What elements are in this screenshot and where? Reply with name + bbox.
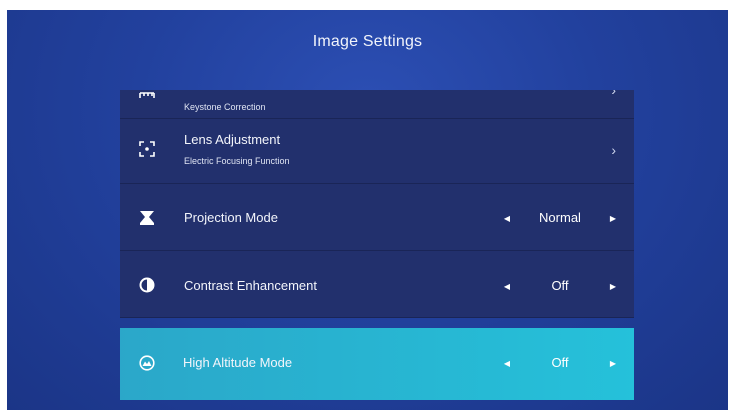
- menu-item-label: High Altitude Mode: [183, 355, 293, 370]
- option-value: Off: [551, 278, 569, 293]
- arrow-left-icon[interactable]: ◀: [502, 282, 512, 291]
- projection-mode-icon: [139, 210, 155, 226]
- arrow-right-icon[interactable]: ▶: [608, 214, 618, 223]
- menu-item-keystone[interactable]: Keystone Correction ›: [120, 90, 634, 119]
- menu-item-label: Projection Mode: [184, 210, 278, 225]
- menu-item-sublabel: Electric Focusing Function: [184, 156, 290, 166]
- contrast-icon: [139, 277, 155, 293]
- menu-item-high-altitude-mode[interactable]: High Altitude Mode ◀ Off ▶: [120, 328, 634, 400]
- menu-item-contrast-enhancement[interactable]: Contrast Enhancement ◀ Off ▶: [120, 251, 634, 318]
- chevron-right-icon: ›: [611, 90, 616, 98]
- altitude-icon: [139, 355, 155, 371]
- chevron-right-icon: ›: [611, 142, 616, 158]
- focus-frame-icon: [139, 141, 155, 157]
- arrow-right-icon[interactable]: ▶: [608, 359, 618, 368]
- projector-screen: Image Settings Keystone Correction › Len…: [7, 10, 728, 410]
- arrow-left-icon[interactable]: ◀: [502, 359, 512, 368]
- menu-item-label: Lens Adjustment: [184, 132, 281, 147]
- keystone-icon: [139, 90, 155, 103]
- option-value: Off: [551, 355, 569, 370]
- menu-item-projection-mode[interactable]: Projection Mode ◀ Normal ▶: [120, 184, 634, 251]
- menu-item-label: Contrast Enhancement: [184, 278, 317, 293]
- arrow-left-icon[interactable]: ◀: [502, 214, 512, 223]
- menu-item-lens-adjustment[interactable]: Lens Adjustment Electric Focusing Functi…: [120, 119, 634, 184]
- page-title: Image Settings: [312, 33, 423, 50]
- menu-item-label: Keystone Correction: [184, 102, 266, 112]
- arrow-right-icon[interactable]: ▶: [608, 282, 618, 291]
- option-value: Normal: [539, 210, 581, 225]
- settings-menu: Keystone Correction › Lens Adjustment El…: [120, 90, 634, 400]
